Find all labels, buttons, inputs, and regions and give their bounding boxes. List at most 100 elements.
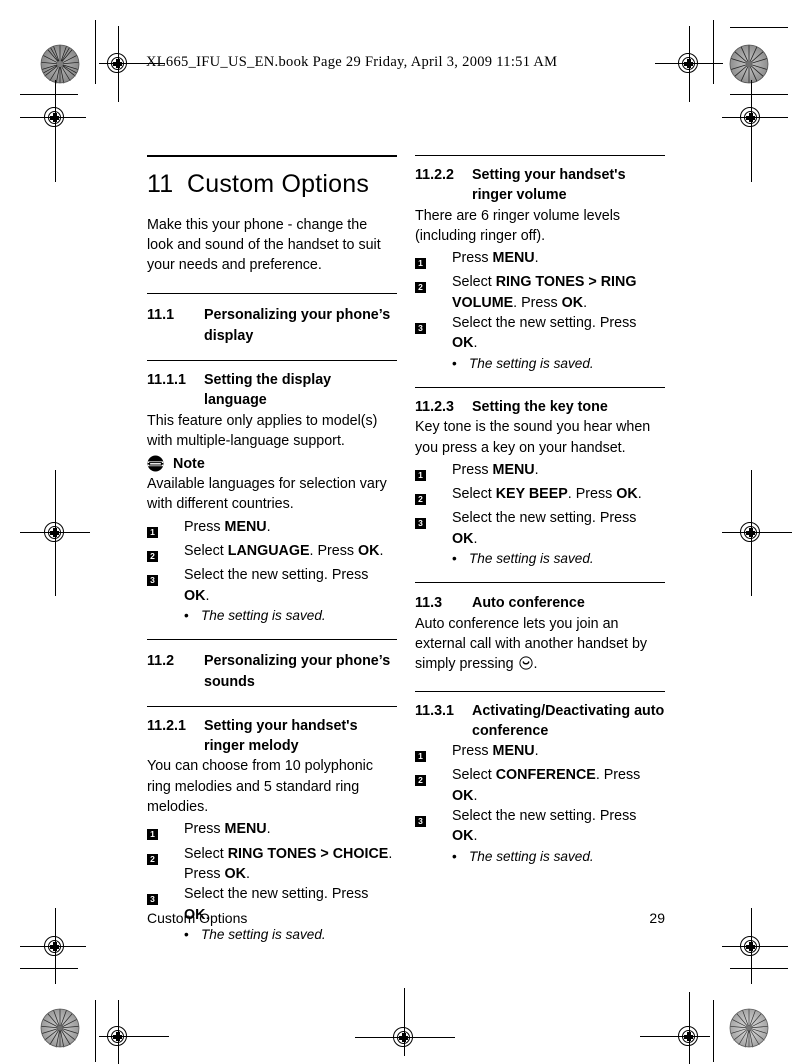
step-text: Select the new setting. Press OK. — [452, 315, 637, 352]
heading-11-2-1-number: 11.2.1 — [147, 717, 186, 734]
step-marker: 3 — [415, 508, 452, 549]
substep-text: The setting is saved. — [469, 848, 594, 864]
step-text: Select CONFERENCE. Press OK. — [452, 767, 641, 804]
heading-11-3: 11.3 Auto conference — [415, 593, 665, 613]
list-item-substep: • The setting is saved. — [147, 925, 397, 944]
chapter-number: 11 — [147, 170, 174, 198]
chapter-rule — [147, 155, 397, 157]
page-title: 11 Custom Options — [147, 170, 397, 199]
substep-text: The setting is saved. — [201, 926, 326, 942]
list-item: 2 Select KEY BEEP. Press OK. — [415, 484, 665, 508]
step-text: Select RING TONES > CHOICE. Press OK. — [184, 845, 393, 882]
steps-11-1-1: 1 Press MENU. 2 Select LANGUAGE. Press O… — [147, 517, 397, 625]
bullet-glyph: • — [452, 848, 457, 864]
list-item: 1 Press MENU. — [147, 819, 397, 843]
heading-11-2-2: 11.2.2 Setting your handset's ringer vol… — [415, 165, 665, 206]
step-marker: 2 — [415, 484, 452, 508]
steps-11-3-1: 1 Press MENU. 2 Select CONFERENCE. Press… — [415, 741, 665, 866]
step-text: Press MENU. — [452, 743, 539, 760]
right-column: 11.2.2 Setting your handset's ringer vol… — [415, 155, 665, 866]
step-marker: 3 — [147, 565, 184, 606]
list-item: 3 Select the new setting. Press OK. — [415, 313, 665, 354]
body-11-2-1: You can choose from 10 polyphonic ring m… — [147, 758, 373, 816]
heading-11-2-3: 11.2.3 Setting the key tone — [415, 397, 665, 417]
list-item: 1 Press MENU. — [147, 517, 397, 541]
step-text: Select KEY BEEP. Press OK. — [452, 486, 642, 503]
body-11-3: Auto conference lets you join an externa… — [415, 614, 665, 675]
heading-11-2-2-number: 11.2.2 — [415, 167, 454, 183]
list-item: 1 Press MENU. — [415, 460, 665, 484]
step-text: Press MENU. — [452, 461, 539, 478]
heading-11-3-1: 11.3.1 Activating/Deactivating auto conf… — [415, 701, 665, 742]
talk-key-icon — [518, 656, 533, 670]
heading-11-2-1-title: Setting your handset's ringer melody — [204, 717, 358, 755]
step-marker: 1 — [415, 741, 452, 765]
step-marker: 3 — [415, 313, 452, 354]
list-item: 1 Press MENU. — [415, 248, 665, 272]
footer-page-number: 29 — [649, 910, 665, 926]
list-item-substep: • The setting is saved. — [415, 549, 665, 568]
manual-page: 11 Custom Options Make this your phone - … — [0, 0, 808, 1064]
body-11-1-1: This feature only applies to model(s) wi… — [147, 412, 378, 449]
substep-text: The setting is saved. — [201, 607, 326, 623]
substep-text: The setting is saved. — [469, 551, 594, 567]
step-marker: 2 — [147, 844, 184, 885]
heading-11-2-3-title: Setting the key tone — [472, 398, 608, 415]
heading-11-2: 11.2 Personalizing your phone’s sounds — [147, 651, 397, 692]
list-item: 3 Select the new setting. Press OK. — [415, 806, 665, 847]
heading-11-1: 11.1 Personalizing your phone’s display — [147, 305, 397, 346]
step-text: Select LANGUAGE. Press OK. — [184, 543, 384, 560]
heading-11-3-1-title: Activating/Deactivating auto conference — [472, 702, 665, 739]
bullet-glyph: • — [184, 607, 189, 623]
heading-11-1-1: 11.1.1 Setting the display language — [147, 370, 397, 411]
heading-11-1-1-number: 11.1.1 — [147, 371, 186, 388]
heading-11-1-1-title: Setting the display language — [204, 371, 332, 409]
step-marker: 1 — [147, 517, 184, 541]
list-item: 2 Select RING TONES > CHOICE. Press OK. — [147, 844, 397, 885]
step-marker: 2 — [147, 541, 184, 565]
step-text: Press MENU. — [452, 250, 539, 267]
substep-text: The setting is saved. — [469, 355, 594, 371]
step-text: Select the new setting. Press OK. — [184, 567, 369, 604]
heading-11-3-number: 11.3 — [415, 595, 443, 612]
step-marker: 1 — [415, 460, 452, 484]
step-text: Press MENU. — [184, 821, 271, 838]
step-text: Press MENU. — [184, 518, 271, 535]
list-item: 3 Select the new setting. Press OK. — [415, 508, 665, 549]
list-item-substep: • The setting is saved. — [415, 354, 665, 373]
footer-chapter-name: Custom Options — [147, 910, 248, 926]
steps-11-2-3: 1 Press MENU. 2 Select KEY BEEP. Press O… — [415, 460, 665, 568]
list-item: 3 Select the new setting. Press OK. — [147, 565, 397, 606]
note-body-11-1-1: Available languages for selection vary w… — [147, 476, 387, 513]
heading-11-1-number: 11.1 — [147, 307, 175, 324]
left-column: 11 Custom Options Make this your phone - … — [147, 155, 397, 944]
step-marker: 2 — [415, 272, 452, 313]
heading-11-2-number: 11.2 — [147, 653, 175, 670]
body-11-2-2: There are 6 ringer volume levels (includ… — [415, 207, 621, 244]
list-item-substep: • The setting is saved. — [415, 847, 665, 866]
list-item-substep: • The setting is saved. — [147, 606, 397, 625]
note-icon — [147, 455, 164, 472]
bullet-glyph: • — [452, 551, 457, 567]
body-11-2-3: Key tone is the sound you hear when you … — [415, 419, 651, 456]
note-label: Note — [173, 455, 205, 472]
chapter-intro: Make this your phone - change the look a… — [147, 216, 381, 274]
step-marker: 3 — [415, 806, 452, 847]
body-11-3-after-icon: . — [533, 656, 538, 673]
steps-11-2-2: 1 Press MENU. 2 Select RING TONES > RING… — [415, 248, 665, 373]
heading-11-2-2-title: Setting your handset's ringer volume — [472, 167, 626, 204]
page-footer: Custom Options 29 — [147, 910, 665, 926]
step-marker: 1 — [147, 819, 184, 843]
heading-11-1-title: Personalizing your phone’s display — [204, 307, 391, 344]
step-text: Select the new setting. Press OK. — [452, 510, 637, 547]
step-text: Select the new setting. Press OK. — [452, 808, 637, 845]
list-item: 2 Select CONFERENCE. Press OK. — [415, 765, 665, 806]
bullet-glyph: • — [452, 355, 457, 371]
step-text: Select RING TONES > RING VOLUME. Press O… — [452, 274, 637, 311]
step-marker: 1 — [415, 248, 452, 272]
step-marker: 2 — [415, 765, 452, 806]
heading-11-2-title: Personalizing your phone’s sounds — [204, 653, 391, 690]
list-item: 2 Select LANGUAGE. Press OK. — [147, 541, 397, 565]
heading-11-2-3-number: 11.2.3 — [415, 398, 454, 415]
heading-11-2-1: 11.2.1 Setting your handset's ringer mel… — [147, 716, 397, 757]
